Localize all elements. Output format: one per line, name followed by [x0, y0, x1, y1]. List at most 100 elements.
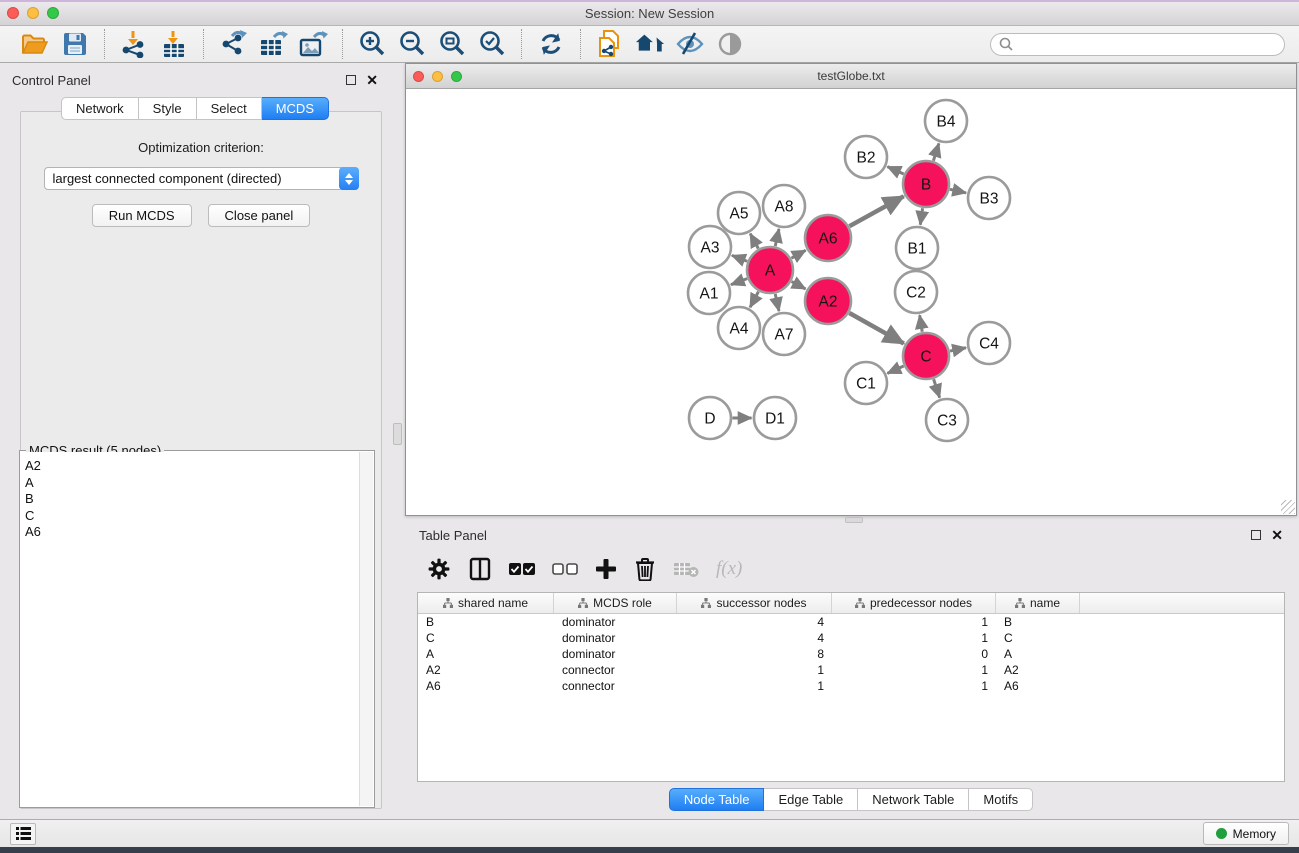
graph-edge-B-B2[interactable]: [887, 167, 903, 174]
table-row[interactable]: Bdominator41B: [418, 614, 1284, 630]
network-minimize-button[interactable]: [432, 71, 443, 82]
search-box[interactable]: [990, 33, 1285, 56]
hide-graphics-details-icon[interactable]: [675, 29, 705, 59]
network-zoom-button[interactable]: [451, 71, 462, 82]
network-graph[interactable]: B4B2BB3B1A5A8A6A3AA1C2A4A7A2C4CC1C3DD1: [406, 89, 1296, 513]
table-cell[interactable]: A6: [418, 679, 554, 693]
table-cell[interactable]: dominator: [554, 631, 677, 645]
graph-edge-A-A5[interactable]: [750, 234, 758, 249]
task-history-button[interactable]: [10, 823, 36, 845]
show-columns-icon[interactable]: [468, 557, 492, 581]
delete-column-trash-icon[interactable]: [634, 557, 656, 581]
mcds-result-item[interactable]: C: [21, 508, 359, 525]
result-scrollbar[interactable]: [359, 452, 373, 806]
table-cell[interactable]: connector: [554, 679, 677, 693]
table-cell[interactable]: 8: [677, 647, 832, 661]
memory-button[interactable]: Memory: [1203, 822, 1289, 845]
graph-edge-A-A8[interactable]: [775, 229, 779, 246]
table-cell[interactable]: 0: [832, 647, 996, 661]
horizontal-divider-grabber[interactable]: [845, 517, 863, 523]
graph-edge-A-A1[interactable]: [731, 279, 747, 285]
close-panel-icon[interactable]: ✕: [366, 75, 378, 85]
graph-edge-A-A4[interactable]: [750, 292, 758, 308]
network-canvas[interactable]: B4B2BB3B1A5A8A6A3AA1C2A4A7A2C4CC1C3DD1: [406, 89, 1296, 515]
table-cell[interactable]: 1: [677, 663, 832, 677]
table-row[interactable]: A6connector11A6: [418, 678, 1284, 694]
tab-network-table[interactable]: Network Table: [858, 788, 969, 811]
graph-edge-C-C3[interactable]: [934, 379, 940, 397]
tab-mcds[interactable]: MCDS: [262, 97, 329, 120]
export-table-icon[interactable]: [258, 29, 288, 59]
zoom-selected-icon[interactable]: [477, 29, 507, 59]
table-cell[interactable]: B: [996, 615, 1080, 629]
table-settings-gear-icon[interactable]: [427, 557, 451, 581]
zoom-in-icon[interactable]: [357, 29, 387, 59]
table-cell[interactable]: 1: [832, 631, 996, 645]
column-header-shared-name[interactable]: shared name: [418, 593, 554, 613]
table-cell[interactable]: 1: [677, 679, 832, 693]
table-cell[interactable]: C: [996, 631, 1080, 645]
table-cell[interactable]: A2: [996, 663, 1080, 677]
zoom-out-icon[interactable]: [397, 29, 427, 59]
table-cell[interactable]: A6: [996, 679, 1080, 693]
graph-edge-A2-C[interactable]: [849, 313, 903, 344]
table-cell[interactable]: 4: [677, 615, 832, 629]
table-cell[interactable]: B: [418, 615, 554, 629]
table-cell[interactable]: connector: [554, 663, 677, 677]
table-cell[interactable]: A2: [418, 663, 554, 677]
table-row[interactable]: Cdominator41C: [418, 630, 1284, 646]
import-table-icon[interactable]: [159, 29, 189, 59]
table-cell[interactable]: 1: [832, 615, 996, 629]
column-header-predecessor-nodes[interactable]: predecessor nodes: [832, 593, 996, 613]
window-resize-grip[interactable]: [1281, 500, 1295, 514]
mcds-result-item[interactable]: A6: [21, 524, 359, 541]
show-graphics-details-icon[interactable]: [715, 29, 745, 59]
graph-edge-A-A2[interactable]: [792, 282, 806, 289]
export-network-icon[interactable]: [218, 29, 248, 59]
table-cell[interactable]: C: [418, 631, 554, 645]
graph-edge-C-C1[interactable]: [887, 366, 903, 373]
table-cell[interactable]: dominator: [554, 647, 677, 661]
table-cell[interactable]: 1: [832, 679, 996, 693]
table-cell[interactable]: dominator: [554, 615, 677, 629]
table-cell[interactable]: A: [418, 647, 554, 661]
mcds-result-item[interactable]: A2: [21, 458, 359, 475]
minimize-window-button[interactable]: [27, 7, 39, 19]
mcds-result-item[interactable]: A: [21, 475, 359, 492]
tab-edge-table[interactable]: Edge Table: [764, 788, 858, 811]
vertical-divider[interactable]: [390, 63, 405, 819]
new-network-from-selection-icon[interactable]: [595, 29, 625, 59]
deselect-all-columns-icon[interactable]: [552, 562, 578, 576]
table-close-panel-icon[interactable]: ✕: [1271, 530, 1283, 540]
float-panel-icon[interactable]: [346, 75, 356, 85]
graph-edge-A-A6[interactable]: [791, 250, 805, 258]
export-image-icon[interactable]: [298, 29, 328, 59]
table-cell[interactable]: A: [996, 647, 1080, 661]
table-cell[interactable]: 4: [677, 631, 832, 645]
apply-layout-icon[interactable]: [536, 29, 566, 59]
zoom-window-button[interactable]: [47, 7, 59, 19]
graph-edge-A-A7[interactable]: [775, 294, 779, 311]
import-network-icon[interactable]: [119, 29, 149, 59]
tab-style[interactable]: Style: [139, 97, 197, 120]
network-close-button[interactable]: [413, 71, 424, 82]
open-file-icon[interactable]: [20, 29, 50, 59]
ndex-home-icon[interactable]: [635, 29, 665, 59]
mcds-result-item[interactable]: B: [21, 491, 359, 508]
table-row[interactable]: Adominator80A: [418, 646, 1284, 662]
tab-select[interactable]: Select: [197, 97, 262, 120]
graph-edge-C-C2[interactable]: [920, 315, 923, 332]
table-row[interactable]: A2connector11A2: [418, 662, 1284, 678]
column-header-mcds-role[interactable]: MCDS role: [554, 593, 677, 613]
zoom-fit-icon[interactable]: [437, 29, 467, 59]
search-input[interactable]: [1018, 37, 1276, 51]
close-window-button[interactable]: [7, 7, 19, 19]
graph-edge-B-B1[interactable]: [920, 208, 922, 224]
table-cell[interactable]: 1: [832, 663, 996, 677]
run-mcds-button[interactable]: Run MCDS: [92, 204, 192, 227]
tab-motifs[interactable]: Motifs: [969, 788, 1033, 811]
create-column-icon[interactable]: [595, 558, 617, 580]
column-header-name[interactable]: name: [996, 593, 1080, 613]
close-panel-button[interactable]: Close panel: [208, 204, 311, 227]
tab-network[interactable]: Network: [61, 97, 139, 120]
